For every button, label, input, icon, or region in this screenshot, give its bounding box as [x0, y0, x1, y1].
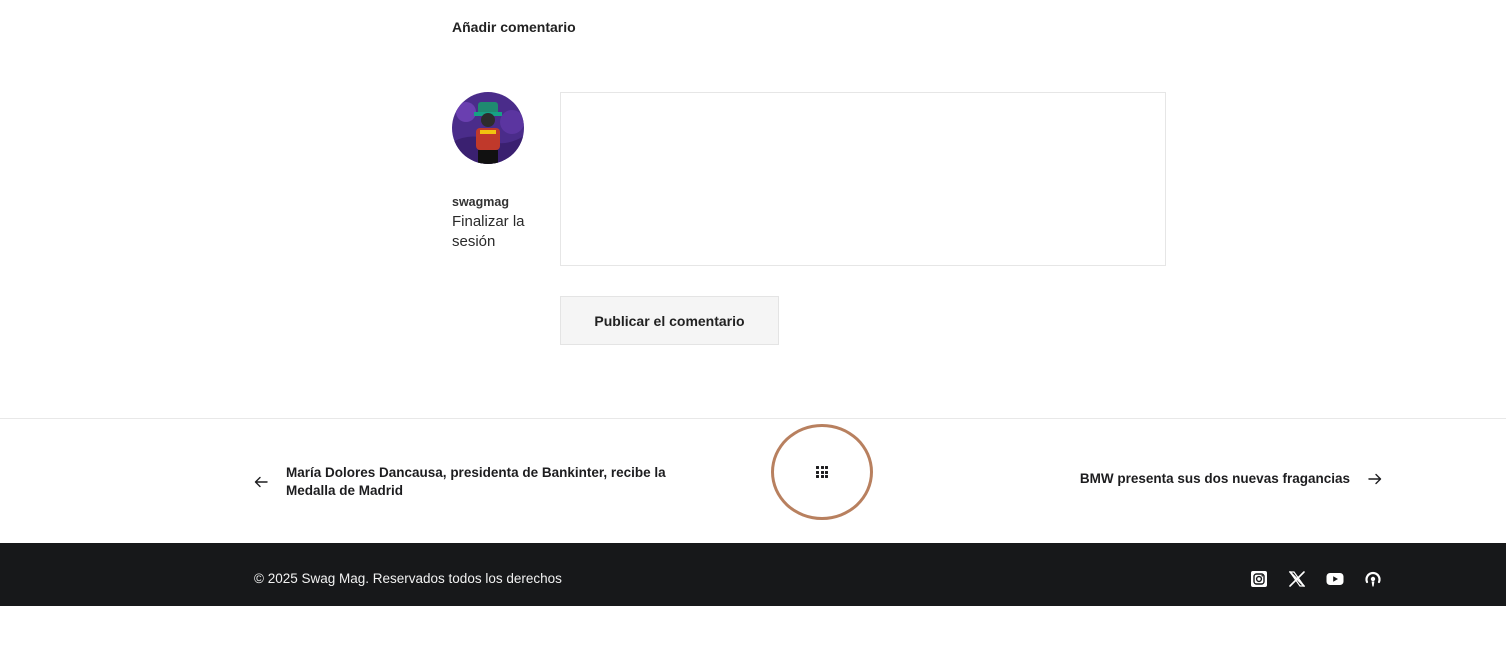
- social-links: [1230, 570, 1382, 588]
- previous-post-link[interactable]: María Dolores Dancausa, presidenta de Ba…: [254, 464, 674, 500]
- copyright-text: © 2025 Swag Mag. Reservados todos los de…: [254, 571, 562, 586]
- podcast-link[interactable]: [1364, 570, 1382, 588]
- youtube-icon: [1326, 573, 1344, 585]
- next-post-title: BMW presenta sus dos nuevas fragancias: [1079, 471, 1350, 486]
- youtube-link[interactable]: [1326, 570, 1344, 588]
- grid-icon: [816, 466, 828, 478]
- instagram-link[interactable]: [1250, 570, 1268, 588]
- arrow-right-icon: [1368, 473, 1382, 484]
- arrow-left-icon: [254, 476, 268, 488]
- avatar: [452, 92, 524, 164]
- logout-link[interactable]: Finalizar la sesión: [452, 212, 542, 252]
- publish-comment-button[interactable]: Publicar el comentario: [560, 296, 779, 345]
- avatar-image: [452, 92, 524, 164]
- instagram-icon: [1251, 571, 1267, 587]
- comment-form-heading: Añadir comentario: [452, 19, 576, 35]
- post-navigation: María Dolores Dancausa, presidenta de Ba…: [0, 419, 1506, 543]
- comment-author-name: swagmag: [452, 195, 509, 209]
- comment-form-section: Añadir comentario swagmag Finalizar la s…: [452, 0, 1172, 418]
- x-icon: [1288, 571, 1306, 587]
- all-posts-grid-button[interactable]: [771, 424, 873, 520]
- podcast-icon: [1365, 571, 1381, 587]
- x-link[interactable]: [1288, 570, 1306, 588]
- previous-post-title: María Dolores Dancausa, presidenta de Ba…: [286, 465, 666, 498]
- comment-textarea[interactable]: [560, 92, 1166, 266]
- site-footer: © 2025 Swag Mag. Reservados todos los de…: [0, 543, 1506, 606]
- next-post-link[interactable]: BMW presenta sus dos nuevas fragancias: [1080, 471, 1382, 486]
